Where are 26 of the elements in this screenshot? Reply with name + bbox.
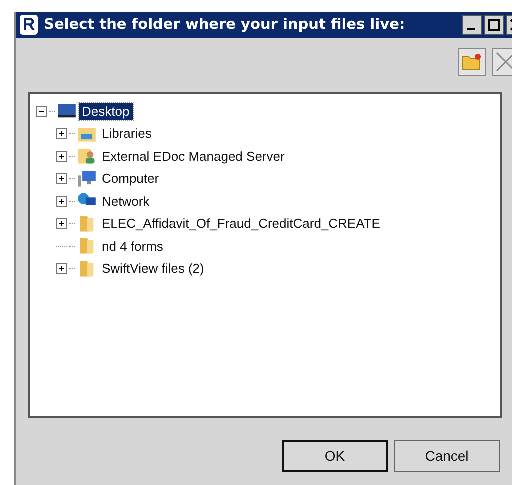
expand-toggle-icon[interactable] <box>56 150 67 162</box>
tree-item[interactable]: Computer <box>99 170 162 188</box>
expand-toggle-icon[interactable] <box>56 263 67 274</box>
user-folder-icon <box>77 147 97 166</box>
minimize-icon[interactable] <box>462 15 482 35</box>
computer-icon <box>77 170 97 188</box>
expand-toggle-icon[interactable] <box>56 196 67 207</box>
delete-button[interactable] <box>492 48 512 76</box>
app-logo: R <box>20 15 38 35</box>
dialog-button[interactable]: OK <box>282 440 388 472</box>
tree-item[interactable]: nd 4 forms <box>99 238 166 255</box>
window-title: Select the folder where your input files live: <box>44 17 406 33</box>
maximize-icon[interactable] <box>484 15 504 35</box>
expand-toggle-icon[interactable] <box>56 128 67 140</box>
desktop-icon <box>57 102 77 120</box>
tree-item[interactable]: Libraries <box>99 125 155 142</box>
tree-item[interactable]: SwiftView files (2) <box>99 260 208 278</box>
expand-toggle-icon[interactable] <box>56 173 67 184</box>
new-folder-button[interactable] <box>458 48 486 76</box>
tree-item[interactable]: Desktop <box>79 102 133 120</box>
collapse-toggle-icon[interactable] <box>36 106 47 117</box>
tree-item[interactable]: External EDoc Managed Server <box>99 148 288 165</box>
tree-item[interactable]: Network <box>99 192 153 210</box>
dialog-button[interactable]: Cancel <box>394 440 500 472</box>
expand-toggle-icon[interactable] <box>56 218 67 230</box>
tree-item[interactable]: ELEC_Affidavit_Of_Fraud_CreditCard_CREATE <box>99 215 384 232</box>
